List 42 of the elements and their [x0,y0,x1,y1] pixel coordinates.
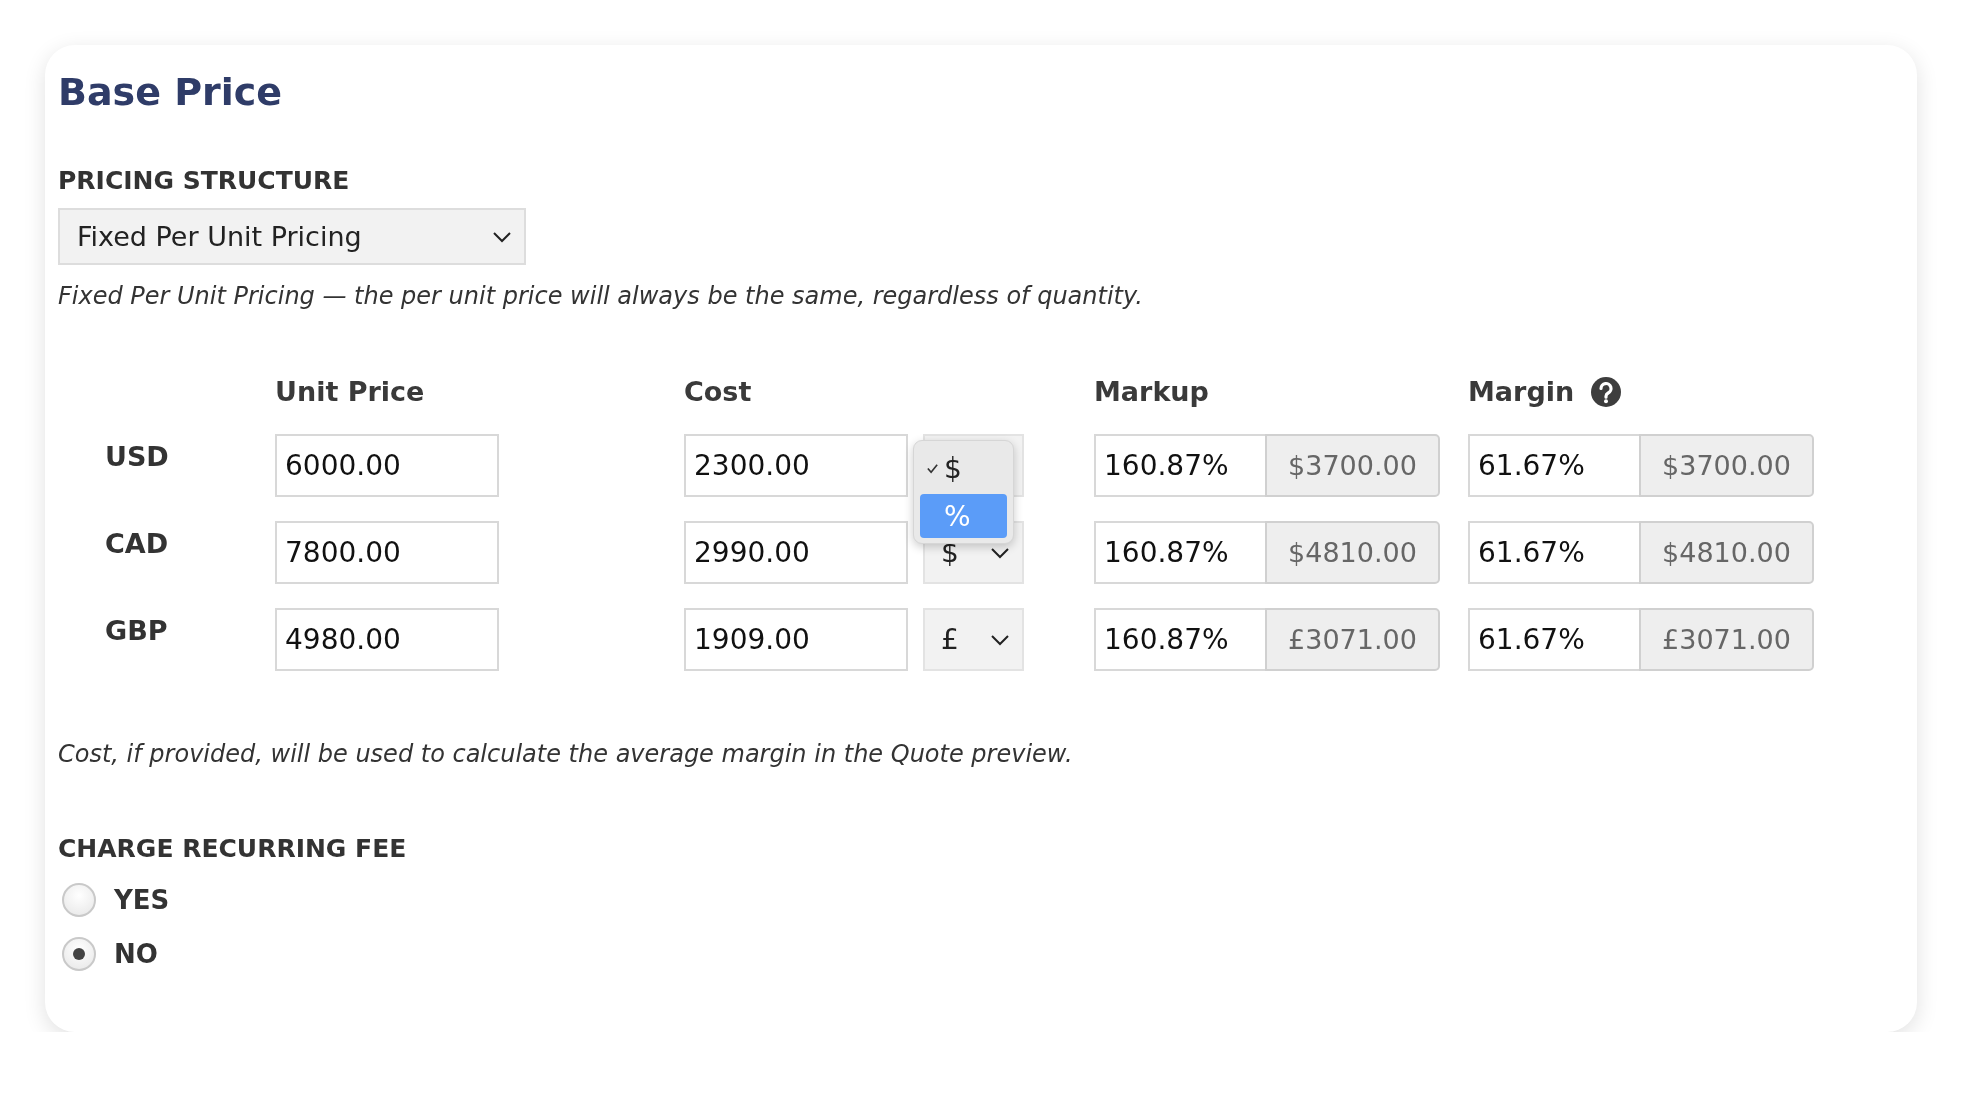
column-header: Margin [1468,375,1575,409]
check-icon [926,461,939,475]
column-header: Cost [684,375,752,409]
chevron-down-icon [990,633,1010,646]
column-header: Unit Price [275,375,425,409]
field-label: CHARGE RECURRING FEE [58,834,407,864]
radio-label: NO [114,939,158,969]
currency-select[interactable]: £ [923,608,1024,671]
amount-addon: £3071.00 [1265,608,1440,671]
dropdown-option[interactable]: $ [920,446,1007,490]
radio-label: YES [114,885,170,915]
currency-label: GBP [105,614,168,648]
radio-button[interactable] [62,883,96,917]
unit-price-field[interactable]: 7800.00 [275,521,499,584]
cost-field[interactable]: 2300.00 [684,434,908,497]
chevron-down-icon [990,546,1010,559]
help-text: Cost, if provided, will be used to calculate the average margin in the Quote preview. [58,739,1073,770]
margin-field[interactable]: 61.67% [1468,608,1639,671]
currency-label: CAD [105,527,169,561]
margin-field[interactable]: 61.67% [1468,521,1639,584]
cost-field[interactable]: 2990.00 [684,521,908,584]
unit-price-field[interactable]: 4980.00 [275,608,499,671]
amount-addon: $3700.00 [1639,434,1814,497]
help-text: Fixed Per Unit Pricing — the per unit price will always be the same, regardless of quantity. [58,281,1143,312]
help-icon[interactable] [1590,376,1623,408]
markup-field[interactable]: 160.87% [1094,521,1265,584]
field-label: PRICING STRUCTURE [58,166,350,196]
amount-addon: £3071.00 [1639,608,1814,671]
radio-button[interactable] [62,937,96,971]
amount-addon: $4810.00 [1265,521,1440,584]
section-title: Base Price [58,69,283,115]
column-header: Markup [1094,375,1209,409]
margin-field[interactable]: 61.67% [1468,434,1639,497]
currency-label: USD [105,440,169,474]
markup-field[interactable]: 160.87% [1094,608,1265,671]
amount-addon: $3700.00 [1265,434,1440,497]
amount-addon: $4810.00 [1639,521,1814,584]
chevron-down-icon [492,230,512,243]
unit-price-field[interactable]: 6000.00 [275,434,499,497]
markup-field[interactable]: 160.87% [1094,434,1265,497]
pricing-structure-select[interactable]: Fixed Per Unit Pricing [58,208,526,265]
cost-field[interactable]: 1909.00 [684,608,908,671]
